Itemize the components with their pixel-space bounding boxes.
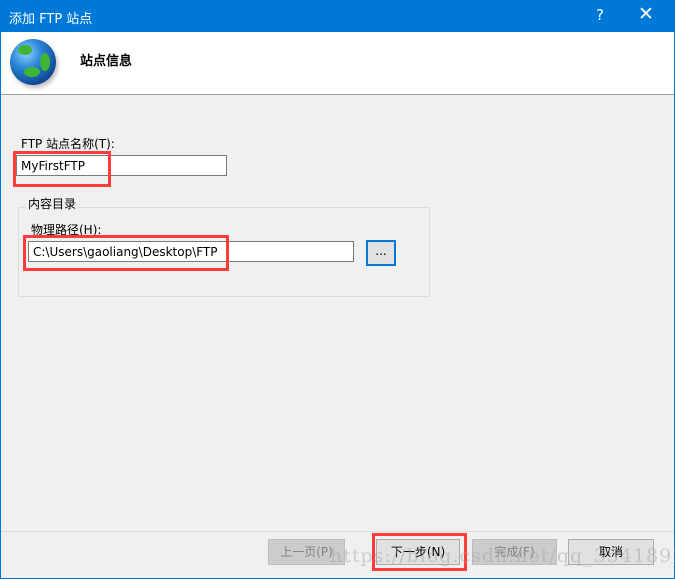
previous-button[interactable]: 上一页(P) [268, 539, 345, 565]
physical-path-label: 物理路径(H): [31, 223, 102, 237]
window-title: 添加 FTP 站点 [9, 12, 93, 27]
site-name-input[interactable]: MyFirstFTP [16, 155, 227, 176]
browse-button[interactable]: ... [366, 240, 396, 266]
page-title: 站点信息 [80, 54, 133, 69]
footer-divider [1, 531, 674, 532]
close-icon[interactable]: ✕ [638, 3, 654, 25]
site-name-label: FTP 站点名称(T): [21, 137, 115, 151]
cancel-button[interactable]: 取消 [568, 539, 654, 565]
help-icon[interactable]: ? [596, 6, 604, 24]
next-button[interactable]: 下一步(N) [376, 539, 460, 565]
content-directory-legend: 内容目录 [26, 195, 79, 212]
wizard-header: 站点信息 [1, 32, 674, 95]
globe-icon [10, 39, 56, 85]
title-bar: 添加 FTP 站点 ? ✕ [0, 0, 675, 32]
physical-path-input[interactable]: C:\Users\gaoliang\Desktop\FTP [28, 241, 354, 262]
finish-button[interactable]: 完成(F) [472, 539, 557, 565]
